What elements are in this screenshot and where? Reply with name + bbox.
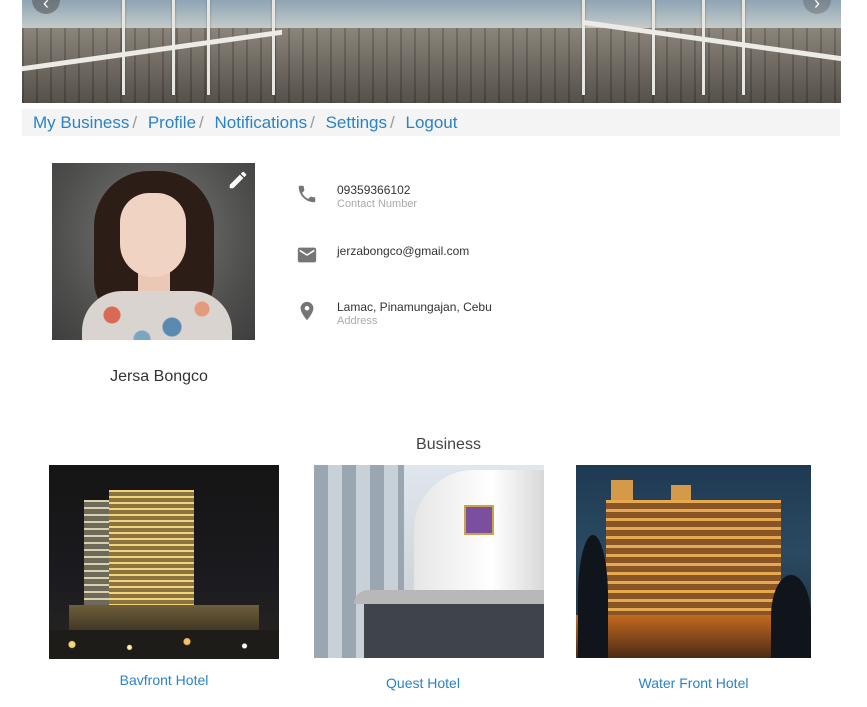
phone-label: Contact Number (337, 198, 418, 210)
business-image-quest[interactable] (314, 465, 544, 658)
profile-photo (52, 163, 255, 340)
email-address: jerzabongco@gmail.com (337, 244, 470, 258)
nav-my-business[interactable]: My Business (33, 113, 129, 132)
business-image-bayfront[interactable] (49, 465, 279, 659)
carousel-prev-icon[interactable]: ‹ (32, 0, 60, 14)
address-value: Lamac, Pinamungajan, Cebu (337, 300, 492, 314)
breadcrumb-separator: / (390, 113, 395, 132)
mail-icon (297, 247, 317, 263)
nav-notifications[interactable]: Notifications (215, 113, 308, 132)
user-name: Jersa Bongco (110, 368, 208, 385)
business-section-title: Business (416, 436, 481, 453)
address-label: Address (337, 315, 378, 327)
carousel-next-icon[interactable]: › (803, 0, 831, 14)
location-pin-icon (300, 301, 314, 321)
phone-icon (298, 185, 316, 203)
breadcrumb: My Business / Profile / Notifications / Set… (22, 109, 840, 136)
phone-number: 09359366102 (337, 183, 411, 197)
pencil-icon[interactable] (227, 169, 249, 191)
breadcrumb-separator: / (132, 113, 138, 132)
nav-profile[interactable]: Profile (148, 113, 196, 132)
business-link-bayfront[interactable]: Bavfront Hotel (49, 672, 279, 688)
nav-settings[interactable]: Settings (326, 113, 387, 132)
banner-image: ‹ › (22, 0, 841, 103)
nav-logout[interactable]: Logout (405, 113, 457, 132)
breadcrumb-separator: / (310, 113, 315, 132)
business-link-quest[interactable]: Quest Hotel (314, 675, 532, 691)
business-link-waterfront[interactable]: Water Front Hotel (576, 675, 811, 691)
business-image-waterfront[interactable] (576, 465, 811, 658)
breadcrumb-separator: / (199, 113, 204, 132)
quest-logo-icon (464, 505, 494, 535)
